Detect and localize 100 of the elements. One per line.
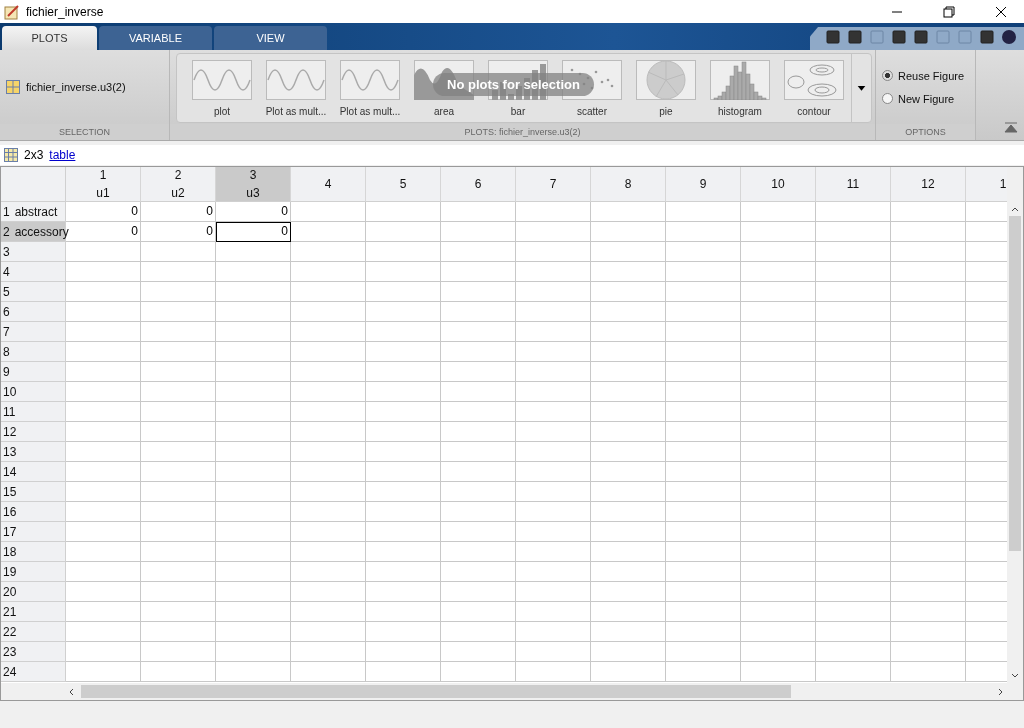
empty-cell[interactable] bbox=[666, 522, 741, 542]
column-header[interactable]: 1 bbox=[966, 167, 1007, 202]
empty-cell[interactable] bbox=[366, 402, 441, 422]
empty-cell[interactable] bbox=[891, 562, 966, 582]
row-header[interactable]: 5 bbox=[1, 282, 66, 302]
empty-cell[interactable] bbox=[141, 582, 216, 602]
empty-cell[interactable] bbox=[291, 642, 366, 662]
row-header[interactable]: 9 bbox=[1, 362, 66, 382]
empty-cell[interactable] bbox=[516, 582, 591, 602]
empty-cell[interactable] bbox=[741, 462, 816, 482]
empty-cell[interactable] bbox=[741, 342, 816, 362]
empty-cell[interactable] bbox=[291, 482, 366, 502]
empty-cell[interactable] bbox=[366, 342, 441, 362]
row-header[interactable]: 8 bbox=[1, 342, 66, 362]
row-header[interactable]: 10 bbox=[1, 382, 66, 402]
plot-thumbnail[interactable] bbox=[636, 59, 696, 100]
row-header[interactable]: 20 bbox=[1, 582, 66, 602]
empty-cell[interactable] bbox=[816, 282, 891, 302]
empty-cell[interactable] bbox=[216, 322, 291, 342]
empty-cell[interactable] bbox=[816, 222, 891, 242]
empty-cell[interactable] bbox=[741, 302, 816, 322]
row-header[interactable]: 13 bbox=[1, 442, 66, 462]
empty-cell[interactable] bbox=[441, 362, 516, 382]
empty-cell[interactable] bbox=[666, 602, 741, 622]
empty-cell[interactable] bbox=[291, 602, 366, 622]
empty-cell[interactable] bbox=[366, 502, 441, 522]
empty-cell[interactable] bbox=[141, 362, 216, 382]
empty-cell[interactable] bbox=[291, 662, 366, 682]
empty-cell[interactable] bbox=[141, 402, 216, 422]
empty-cell[interactable] bbox=[216, 602, 291, 622]
empty-cell[interactable] bbox=[591, 202, 666, 222]
empty-cell[interactable] bbox=[591, 222, 666, 242]
empty-cell[interactable] bbox=[666, 222, 741, 242]
empty-cell[interactable] bbox=[366, 222, 441, 242]
empty-cell[interactable] bbox=[366, 382, 441, 402]
empty-cell[interactable] bbox=[891, 342, 966, 362]
empty-cell[interactable] bbox=[666, 422, 741, 442]
column-header[interactable]: 7 bbox=[516, 167, 591, 202]
empty-cell[interactable] bbox=[891, 282, 966, 302]
column-header[interactable]: 9 bbox=[666, 167, 741, 202]
empty-cell[interactable] bbox=[291, 282, 366, 302]
row-header[interactable]: 24 bbox=[1, 662, 66, 682]
empty-cell[interactable] bbox=[291, 462, 366, 482]
empty-cell[interactable] bbox=[291, 242, 366, 262]
empty-cell[interactable] bbox=[591, 322, 666, 342]
empty-cell[interactable] bbox=[141, 382, 216, 402]
empty-cell[interactable] bbox=[741, 522, 816, 542]
empty-cell[interactable] bbox=[516, 462, 591, 482]
empty-cell[interactable] bbox=[666, 442, 741, 462]
empty-cell[interactable] bbox=[741, 422, 816, 442]
empty-cell[interactable] bbox=[816, 402, 891, 422]
empty-cell[interactable] bbox=[741, 662, 816, 682]
empty-cell[interactable] bbox=[666, 562, 741, 582]
row-header[interactable]: 14 bbox=[1, 462, 66, 482]
empty-cell[interactable] bbox=[141, 642, 216, 662]
empty-cell[interactable] bbox=[216, 262, 291, 282]
empty-cell[interactable] bbox=[441, 382, 516, 402]
empty-cell[interactable] bbox=[741, 442, 816, 462]
row-header[interactable]: 3 bbox=[1, 242, 66, 262]
empty-cell[interactable] bbox=[366, 302, 441, 322]
empty-cell[interactable] bbox=[816, 362, 891, 382]
empty-cell[interactable] bbox=[441, 402, 516, 422]
empty-cell[interactable] bbox=[591, 482, 666, 502]
empty-cell[interactable] bbox=[516, 282, 591, 302]
empty-cell[interactable] bbox=[891, 202, 966, 222]
empty-cell[interactable] bbox=[441, 602, 516, 622]
empty-cell[interactable] bbox=[516, 562, 591, 582]
empty-cell[interactable] bbox=[141, 522, 216, 542]
row-header[interactable]: 7 bbox=[1, 322, 66, 342]
empty-cell[interactable] bbox=[891, 222, 966, 242]
empty-cell[interactable] bbox=[216, 462, 291, 482]
empty-cell[interactable] bbox=[291, 362, 366, 382]
empty-cell[interactable] bbox=[141, 562, 216, 582]
empty-cell[interactable] bbox=[441, 502, 516, 522]
empty-cell[interactable] bbox=[291, 542, 366, 562]
empty-cell[interactable] bbox=[891, 522, 966, 542]
row-header[interactable]: 11 bbox=[1, 402, 66, 422]
row-header[interactable]: 15 bbox=[1, 482, 66, 502]
empty-cell[interactable] bbox=[366, 282, 441, 302]
empty-cell[interactable] bbox=[441, 342, 516, 362]
empty-cell[interactable] bbox=[816, 202, 891, 222]
empty-cell[interactable] bbox=[216, 502, 291, 522]
row-header[interactable]: 17 bbox=[1, 522, 66, 542]
empty-cell[interactable] bbox=[141, 622, 216, 642]
row-header[interactable]: 1 abstract bbox=[1, 202, 66, 222]
empty-cell[interactable] bbox=[891, 382, 966, 402]
empty-cell[interactable] bbox=[591, 602, 666, 622]
empty-cell[interactable] bbox=[216, 542, 291, 562]
empty-cell[interactable] bbox=[516, 622, 591, 642]
empty-cell[interactable] bbox=[666, 642, 741, 662]
column-header[interactable]: 5 bbox=[366, 167, 441, 202]
empty-cell[interactable] bbox=[741, 262, 816, 282]
empty-cell[interactable] bbox=[366, 542, 441, 562]
empty-cell[interactable] bbox=[366, 442, 441, 462]
empty-cell[interactable] bbox=[816, 602, 891, 622]
row-header[interactable]: 21 bbox=[1, 602, 66, 622]
empty-cell[interactable] bbox=[216, 282, 291, 302]
empty-cell[interactable] bbox=[591, 242, 666, 262]
empty-cell[interactable] bbox=[441, 562, 516, 582]
empty-cell[interactable] bbox=[591, 342, 666, 362]
